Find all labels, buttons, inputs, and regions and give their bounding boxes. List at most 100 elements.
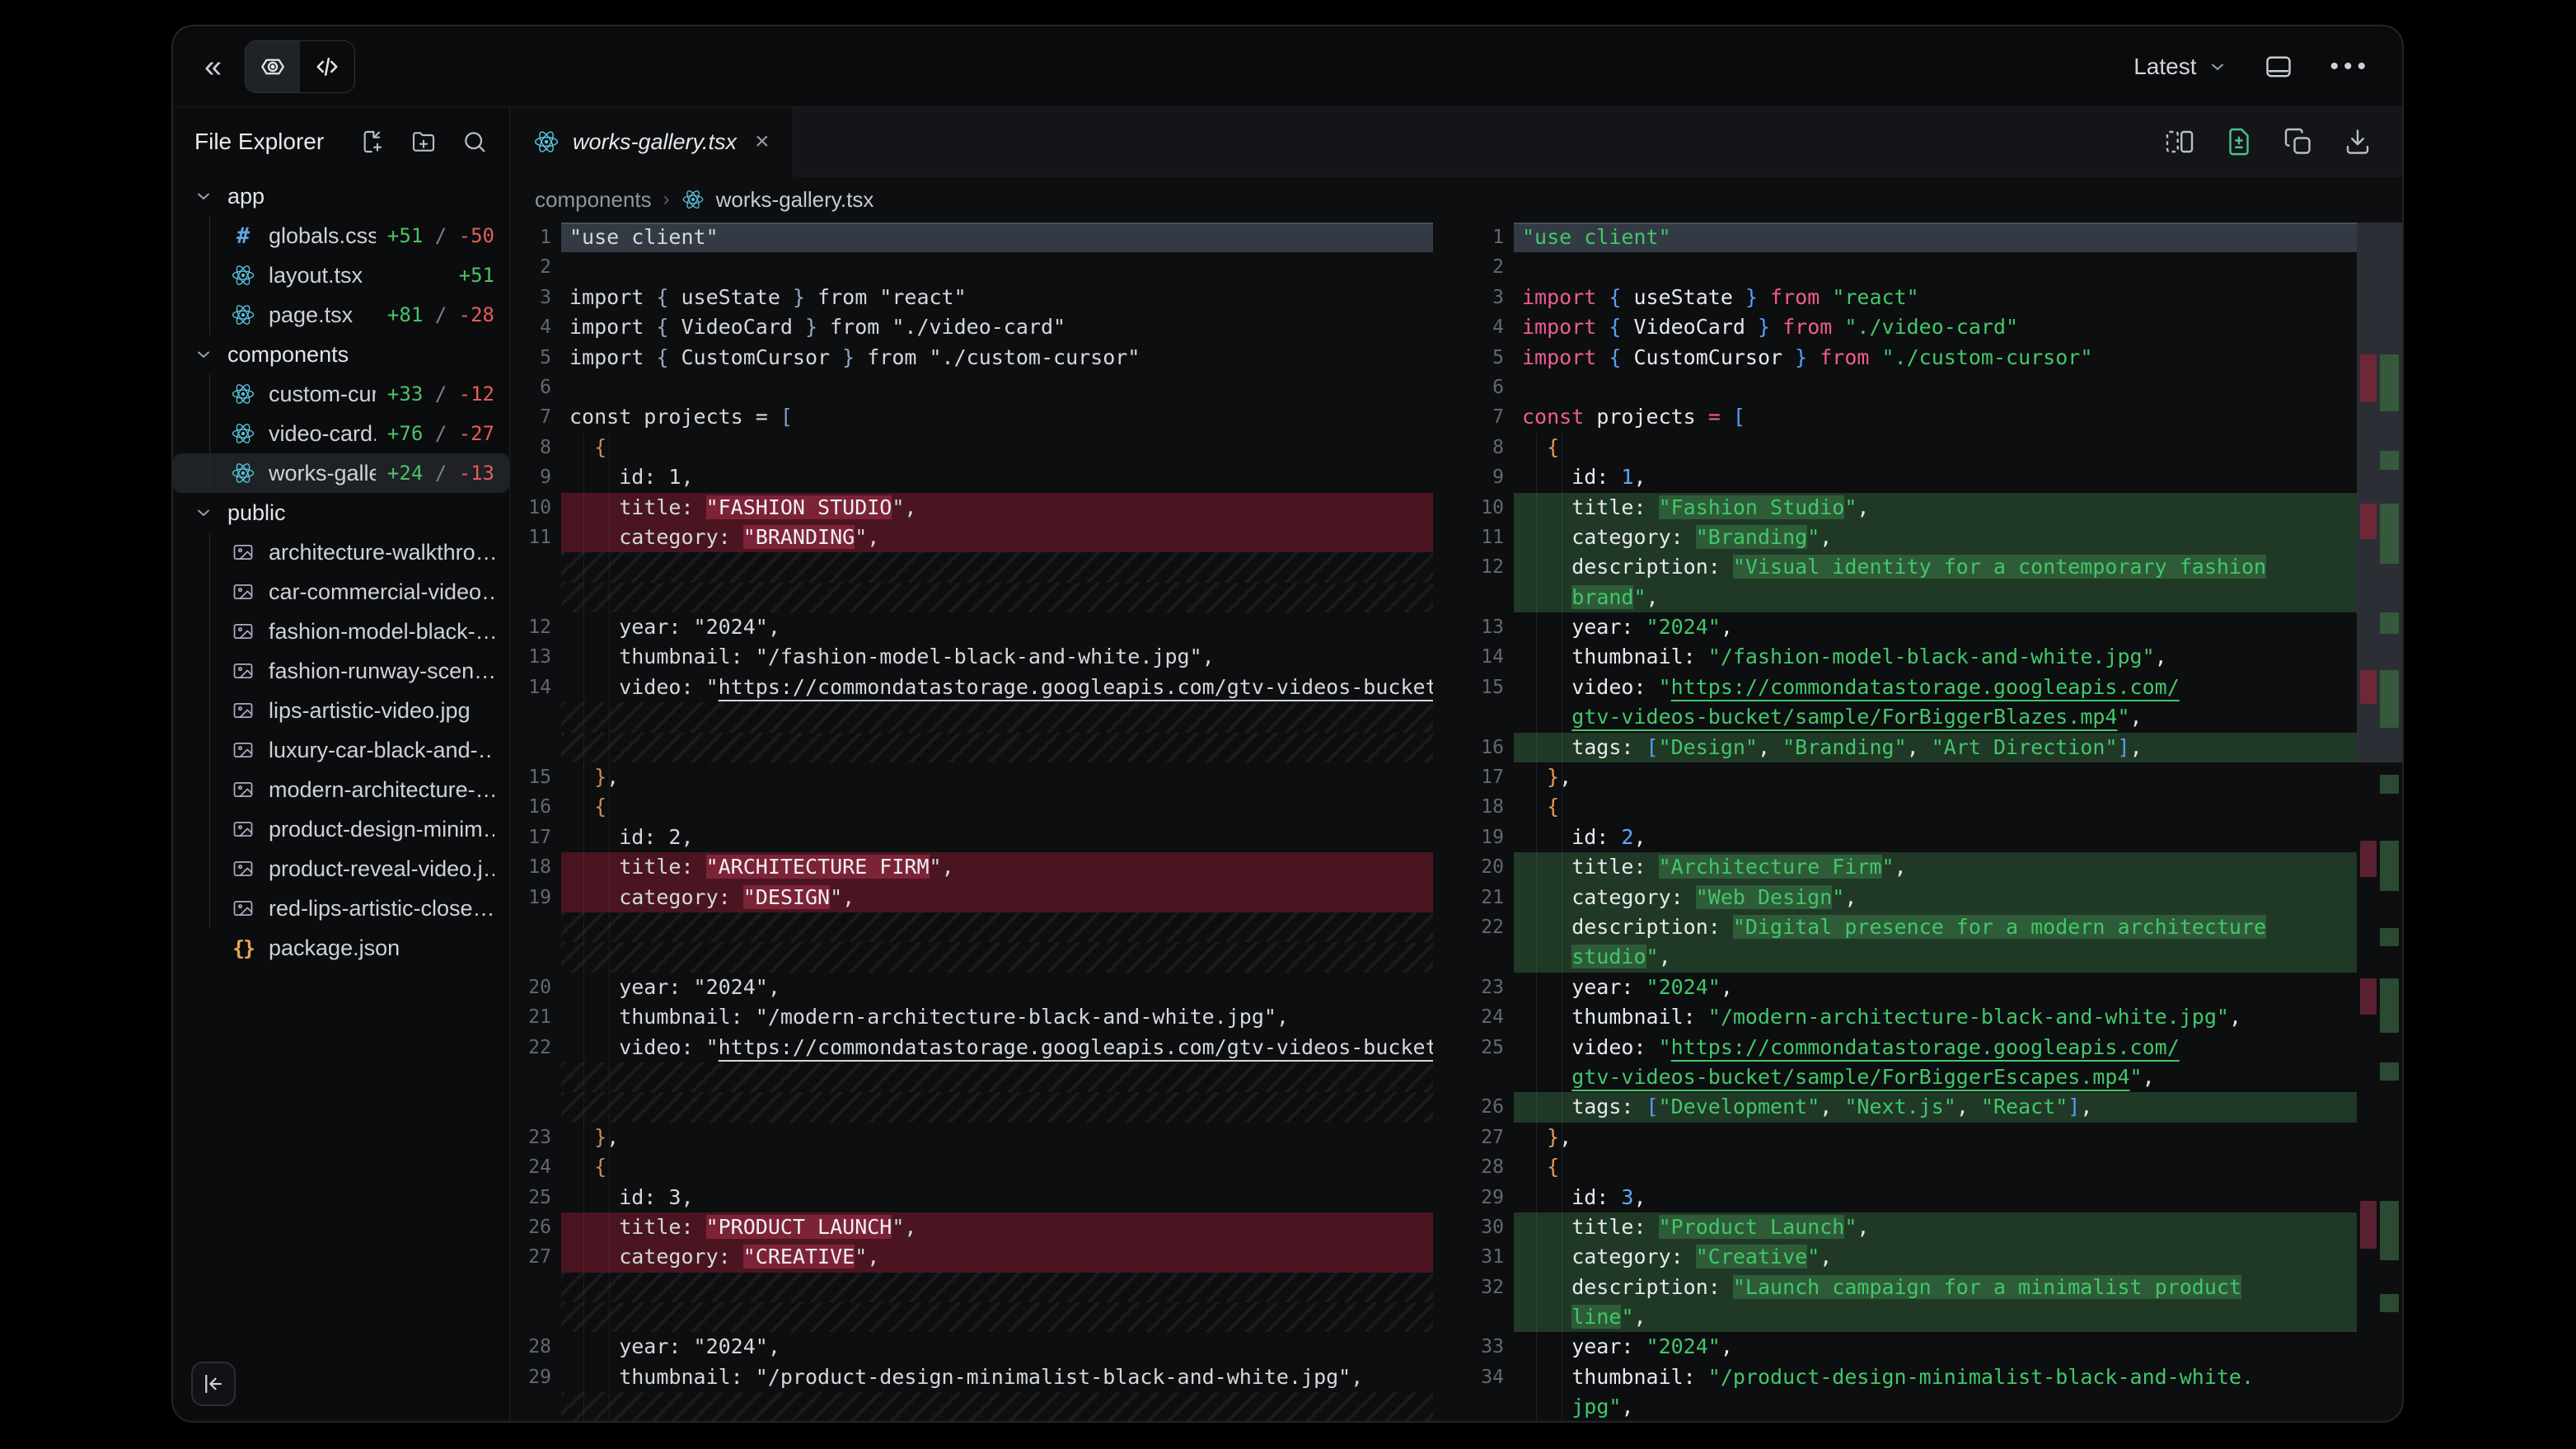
- tab-works-gallery[interactable]: works-gallery.tsx ×: [510, 107, 794, 176]
- code-line[interactable]: 29 id: 3,: [1466, 1183, 2357, 1212]
- sidebar-file-layout.tsx[interactable]: layout.tsx+51: [173, 256, 509, 295]
- bottom-panel-icon[interactable]: [2264, 52, 2293, 82]
- sidebar-file-product-reveal-video.j-[interactable]: product-reveal-video.j…: [173, 849, 509, 889]
- diff-pane-modified[interactable]: 1"use client"23import { useState } from …: [1466, 223, 2357, 1423]
- sidebar-file-video-card.tsx[interactable]: video-card.tsx+76 / -27: [173, 414, 509, 453]
- code-line[interactable]: 12 description: "Visual identity for a c…: [1466, 552, 2357, 582]
- code-line[interactable]: 27 category: "CREATIVE",: [510, 1242, 1433, 1272]
- sidebar-file-modern-architecture-[interactable]: modern-architecture-…: [173, 770, 509, 809]
- code-line[interactable]: 1"use client": [510, 223, 1433, 252]
- code-line[interactable]: 11 category: "Branding",: [1466, 523, 2357, 552]
- code-line[interactable]: 16 tags: ["Design", "Branding", "Art Dir…: [1466, 733, 2357, 762]
- code-line[interactable]: 20 title: "Architecture Firm",: [1466, 852, 2357, 882]
- code-line[interactable]: 23 year: "2024",: [1466, 973, 2357, 1002]
- sidebar-file-product-design-minim-[interactable]: product-design-minim…: [173, 809, 509, 849]
- code-line[interactable]: 6: [1466, 373, 2357, 402]
- new-folder-icon[interactable]: [410, 129, 437, 155]
- code-line[interactable]: 5import { CustomCursor } from "./custom-…: [1466, 343, 2357, 373]
- sidebar-file-globals.css[interactable]: #globals.css+51 / -50: [173, 216, 509, 256]
- code-line[interactable]: 24 thumbnail: "/modern-architecture-blac…: [1466, 1002, 2357, 1032]
- code-line[interactable]: studio",: [1466, 942, 2357, 972]
- code-line[interactable]: 22 video: "https://commondatastorage.goo…: [510, 1033, 1433, 1062]
- sidebar-file-red-lips-artistic-close-[interactable]: red-lips-artistic-close…: [173, 889, 509, 928]
- code-line[interactable]: 23 },: [510, 1123, 1433, 1152]
- code-line[interactable]: 21 category: "Web Design",: [1466, 883, 2357, 912]
- code-toggle-button[interactable]: [300, 41, 354, 92]
- code-line[interactable]: 12 year: "2024",: [510, 612, 1433, 642]
- diff-minimap-scrollbar[interactable]: [2357, 223, 2402, 1423]
- code-line[interactable]: 4import { VideoCard } from "./video-card…: [1466, 312, 2357, 342]
- diff-file-icon[interactable]: [2224, 127, 2254, 157]
- sidebar-file-fashion-model-black-[interactable]: fashion-model-black-…: [173, 612, 509, 651]
- code-line[interactable]: 32 description: "Launch campaign for a m…: [1466, 1273, 2357, 1302]
- code-line[interactable]: 25 video: "https://commondatastorage.goo…: [1466, 1033, 2357, 1062]
- breadcrumb-folder[interactable]: components: [535, 187, 652, 213]
- code-line[interactable]: 33 year: "2024",: [1466, 1332, 2357, 1362]
- code-line[interactable]: 11 category: "BRANDING",: [510, 523, 1433, 552]
- split-view-icon[interactable]: [2165, 127, 2194, 157]
- code-line[interactable]: 17 id: 2,: [510, 823, 1433, 852]
- sidebar-folder-app[interactable]: app: [173, 176, 509, 216]
- code-line[interactable]: 9 id: 1,: [510, 462, 1433, 492]
- code-line[interactable]: gtv-videos-bucket/sample/ForBiggerEscape…: [1466, 1062, 2357, 1092]
- diff-filler-row[interactable]: [510, 702, 1433, 732]
- code-line[interactable]: 19 id: 2,: [1466, 823, 2357, 852]
- sidebar-folder-components[interactable]: components: [173, 335, 509, 374]
- code-line[interactable]: 3import { useState } from "react": [1466, 283, 2357, 312]
- preview-toggle-button[interactable]: [246, 41, 300, 92]
- diff-filler-row[interactable]: [510, 912, 1433, 942]
- download-icon[interactable]: [2343, 127, 2372, 157]
- code-line[interactable]: 4import { VideoCard } from "./video-card…: [510, 312, 1433, 342]
- code-line[interactable]: 25 id: 3,: [510, 1183, 1433, 1212]
- code-line[interactable]: brand",: [1466, 583, 2357, 612]
- sidebar-file-works-galler-[interactable]: works-galler…+24 / -13: [173, 453, 509, 493]
- code-line[interactable]: 26 title: "PRODUCT LAUNCH",: [510, 1212, 1433, 1242]
- sidebar-file-page.tsx[interactable]: page.tsx+81 / -28: [173, 295, 509, 335]
- code-line[interactable]: 10 title: "Fashion Studio",: [1466, 493, 2357, 523]
- diff-filler-row[interactable]: [510, 1062, 1433, 1092]
- code-line[interactable]: 7const projects = [: [510, 402, 1433, 432]
- diff-filler-row[interactable]: [510, 1273, 1433, 1302]
- diff-filler-row[interactable]: [510, 1092, 1433, 1122]
- diff-filler-row[interactable]: [510, 552, 1433, 582]
- code-line[interactable]: 13 year: "2024",: [1466, 612, 2357, 642]
- close-tab-icon[interactable]: ×: [755, 128, 770, 156]
- diff-pane-original[interactable]: 1"use client"23import { useState } from …: [510, 223, 1433, 1423]
- copy-icon[interactable]: [2283, 127, 2313, 157]
- code-line[interactable]: 8 {: [1466, 433, 2357, 462]
- code-line[interactable]: 21 thumbnail: "/modern-architecture-blac…: [510, 1002, 1433, 1032]
- sidebar-file-package.json[interactable]: {}package.json: [173, 928, 509, 968]
- sidebar-file-architecture-walkthro-[interactable]: architecture-walkthro…: [173, 532, 509, 572]
- code-line[interactable]: 30 title: "Product Launch",: [1466, 1212, 2357, 1242]
- sidebar-folder-public[interactable]: public: [173, 493, 509, 532]
- code-line[interactable]: 22 description: "Digital presence for a …: [1466, 912, 2357, 942]
- new-file-icon[interactable]: [359, 129, 386, 155]
- code-line[interactable]: 14 video: "https://commondatastorage.goo…: [510, 673, 1433, 702]
- code-line[interactable]: 10 title: "FASHION STUDIO",: [510, 493, 1433, 523]
- collapse-sidebar-button[interactable]: [191, 1362, 236, 1406]
- version-dropdown[interactable]: Latest: [2133, 54, 2227, 80]
- code-line[interactable]: 1"use client": [1466, 223, 2357, 252]
- code-line[interactable]: 17 },: [1466, 762, 2357, 792]
- code-line[interactable]: 14 thumbnail: "/fashion-model-black-and-…: [1466, 642, 2357, 672]
- code-line[interactable]: 34 thumbnail: "/product-design-minimalis…: [1466, 1362, 2357, 1392]
- diff-filler-row[interactable]: [510, 1392, 1433, 1422]
- code-line[interactable]: 7const projects = [: [1466, 402, 2357, 432]
- diff-filler-row[interactable]: [510, 583, 1433, 612]
- code-line[interactable]: 26 tags: ["Development", "Next.js", "Rea…: [1466, 1092, 2357, 1122]
- code-line[interactable]: 2: [1466, 252, 2357, 282]
- code-line[interactable]: 3import { useState } from "react": [510, 283, 1433, 312]
- sidebar-file-fashion-runway-scen-[interactable]: fashion-runway-scen…: [173, 651, 509, 691]
- code-line[interactable]: 29 thumbnail: "/product-design-minimalis…: [510, 1362, 1433, 1392]
- code-line[interactable]: 31 category: "Creative",: [1466, 1242, 2357, 1272]
- code-line[interactable]: 16 {: [510, 792, 1433, 822]
- code-line[interactable]: jpg",: [1466, 1392, 2357, 1422]
- more-options-icon[interactable]: •••: [2330, 53, 2371, 81]
- sidebar-file-custom-curs-[interactable]: custom-curs…+33 / -12: [173, 374, 509, 414]
- breadcrumb-file[interactable]: works-gallery.tsx: [716, 187, 874, 213]
- code-line[interactable]: 27 },: [1466, 1123, 2357, 1152]
- code-line[interactable]: 18 title: "ARCHITECTURE FIRM",: [510, 852, 1433, 882]
- collapse-panel-icon[interactable]: «: [204, 51, 222, 82]
- code-line[interactable]: gtv-videos-bucket/sample/ForBiggerBlazes…: [1466, 702, 2357, 732]
- code-line[interactable]: 28 {: [1466, 1152, 2357, 1182]
